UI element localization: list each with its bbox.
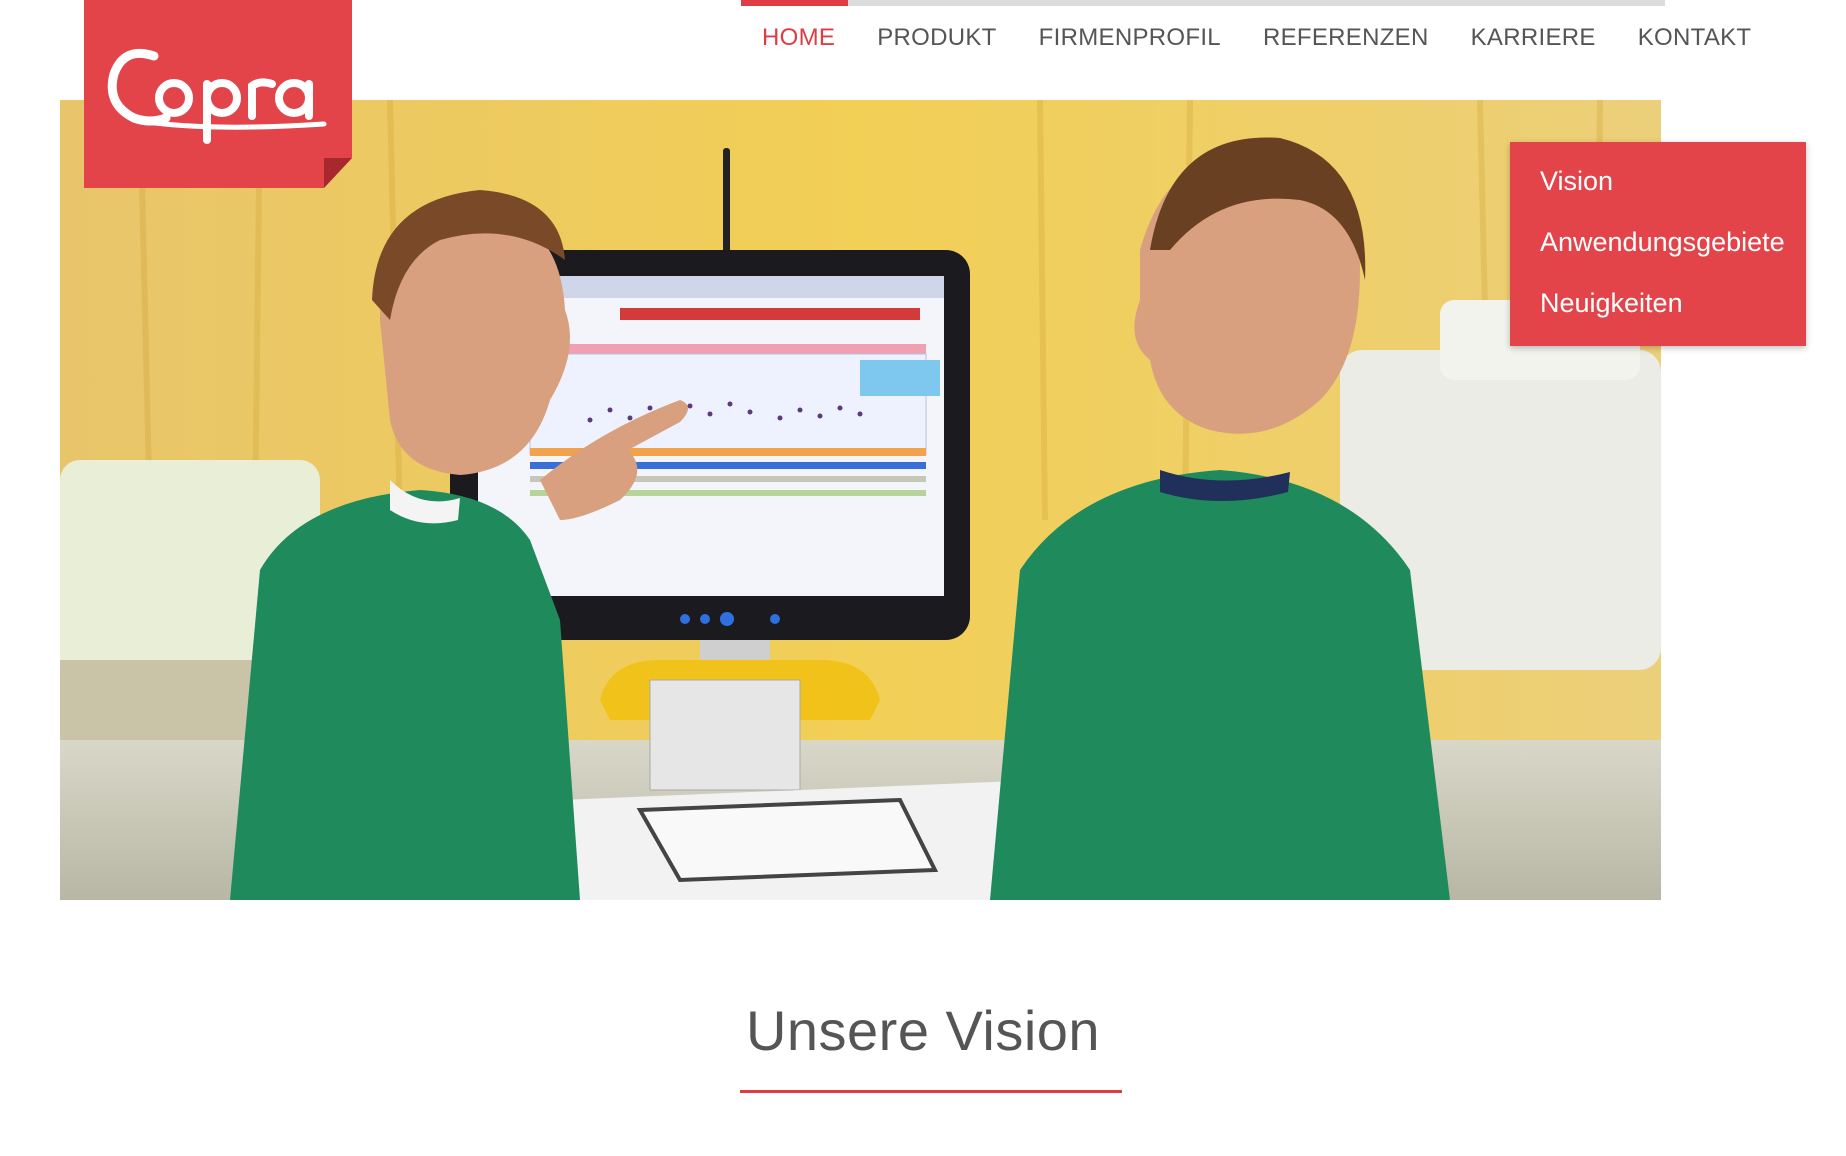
nav-kontakt[interactable]: KONTAKT xyxy=(1617,24,1773,52)
nav-produkt[interactable]: PRODUKT xyxy=(856,24,1017,52)
submenu-item-anwendungsgebiete[interactable]: Anwendungsgebiete xyxy=(1510,221,1806,282)
submenu-item-vision[interactable]: Vision xyxy=(1510,160,1806,221)
section-title-underline xyxy=(740,1090,1122,1093)
nav-active-indicator xyxy=(741,0,848,6)
nav-referenzen[interactable]: REFERENZEN xyxy=(1242,24,1450,52)
hero-image xyxy=(60,100,1661,900)
section-title: Unsere Vision xyxy=(745,999,1101,1062)
brand-logo[interactable] xyxy=(84,0,352,188)
copra-logo-icon xyxy=(107,48,327,144)
nav-home[interactable]: HOME xyxy=(741,24,856,52)
nav-indicator-track xyxy=(741,0,1665,6)
nav-firmenprofil[interactable]: FIRMENPROFIL xyxy=(1018,24,1242,52)
hero-submenu: Vision Anwendungsgebiete Neuigkeiten xyxy=(1510,142,1806,346)
submenu-item-neuigkeiten[interactable]: Neuigkeiten xyxy=(1510,282,1806,343)
nav-karriere[interactable]: KARRIERE xyxy=(1450,24,1617,52)
main-nav: HOME PRODUKT FIRMENPROFIL REFERENZEN KAR… xyxy=(741,18,1751,58)
